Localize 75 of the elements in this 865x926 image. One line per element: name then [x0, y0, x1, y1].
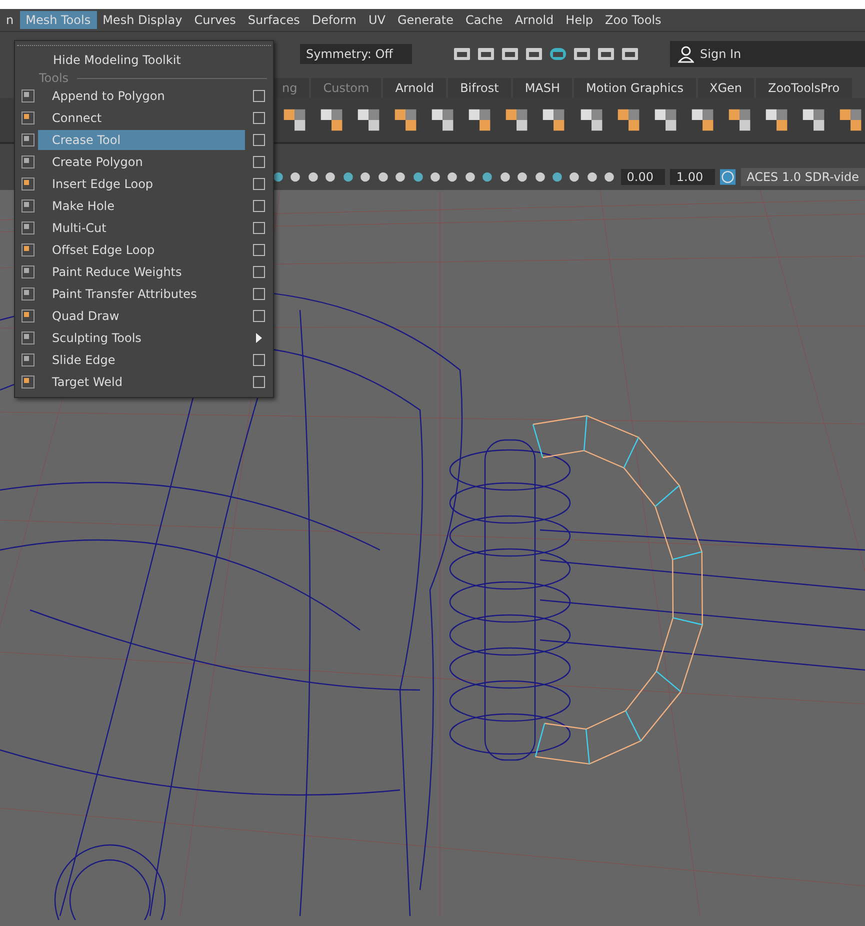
menu-item[interactable]: Zoo Tools — [599, 11, 668, 29]
option-box-icon[interactable] — [253, 200, 265, 212]
option-box-icon[interactable] — [253, 178, 265, 190]
menu-item[interactable]: Make Hole — [38, 196, 245, 216]
menu-item[interactable]: Create Polygon — [38, 152, 245, 172]
menu-item[interactable]: Cache — [460, 11, 509, 29]
render-icon[interactable] — [452, 45, 472, 63]
tool-icon — [21, 111, 35, 125]
menu-item[interactable]: Target Weld — [38, 372, 245, 392]
option-box-icon[interactable] — [253, 376, 265, 388]
gamma-field[interactable]: 1.00 — [670, 169, 716, 185]
render-icon[interactable] — [572, 45, 592, 63]
render-icon[interactable] — [476, 45, 496, 63]
menu-item[interactable]: Append to Polygon — [38, 86, 245, 106]
option-box-icon[interactable] — [253, 354, 265, 366]
menu-item[interactable]: Insert Edge Loop — [38, 174, 245, 194]
menu-item[interactable]: Paint Reduce Weights — [38, 262, 245, 282]
render-icon[interactable] — [620, 45, 640, 63]
render-icon[interactable] — [596, 45, 616, 63]
render-icon[interactable] — [548, 45, 568, 63]
menu-item[interactable]: UV — [362, 11, 392, 29]
menu-item[interactable]: Connect — [38, 108, 245, 128]
shelf-tab[interactable]: Motion Graphics — [574, 78, 696, 98]
tool-icon — [21, 287, 35, 301]
menu-item[interactable]: Quad Draw — [38, 306, 245, 326]
sign-in-button[interactable]: Sign In — [670, 41, 865, 67]
option-box-icon[interactable] — [253, 90, 265, 102]
toggle-icon[interactable] — [720, 167, 736, 187]
menu-item[interactable]: Generate — [391, 11, 460, 29]
tool-icon — [21, 133, 35, 147]
menu-item[interactable]: Offset Edge Loop — [38, 240, 245, 260]
menu-item[interactable]: Slide Edge — [38, 350, 245, 370]
tool-icon — [21, 177, 35, 191]
menu-item[interactable]: Surfaces — [242, 11, 306, 29]
render-icon[interactable] — [500, 45, 520, 63]
menu-item[interactable]: Paint Transfer Attributes — [38, 284, 245, 304]
menu-item[interactable]: n — [0, 11, 20, 29]
submenu-arrow-icon — [255, 333, 263, 343]
menu-item[interactable]: Deform — [306, 11, 362, 29]
tool-icon — [21, 221, 35, 235]
menu-item[interactable]: Multi-Cut — [38, 218, 245, 238]
menu-item[interactable]: Mesh Display — [96, 11, 188, 29]
shelf-tab[interactable]: ZooToolsPro — [756, 78, 852, 98]
tool-icon — [21, 155, 35, 169]
section-label: Tools — [39, 71, 69, 85]
tool-icon — [21, 89, 35, 103]
option-box-icon[interactable] — [253, 134, 265, 146]
option-box-icon[interactable] — [253, 112, 265, 124]
tool-icon — [21, 199, 35, 213]
tool-icon — [21, 243, 35, 257]
menu-item[interactable]: Arnold — [508, 11, 560, 29]
tool-icon — [21, 353, 35, 367]
option-box-icon[interactable] — [253, 310, 265, 322]
color-space-dropdown[interactable]: ACES 1.0 SDR-vide — [740, 168, 865, 186]
option-box-icon[interactable] — [253, 266, 265, 278]
menu-item[interactable]: Help — [560, 11, 600, 29]
option-box-icon[interactable] — [253, 244, 265, 256]
option-box-icon[interactable] — [253, 222, 265, 234]
menu-item[interactable]: Hide Modeling Toolkit — [53, 50, 265, 70]
shelf-tab[interactable]: Arnold — [383, 78, 446, 98]
tool-icon — [21, 375, 35, 389]
tool-icon — [21, 265, 35, 279]
shelf-tab[interactable]: XGen — [698, 78, 754, 98]
menu-item[interactable]: Curves — [188, 11, 242, 29]
shelf-tab[interactable]: Bifrost — [448, 78, 511, 98]
option-box-icon[interactable] — [253, 288, 265, 300]
option-box-icon[interactable] — [253, 156, 265, 168]
exposure-field[interactable]: 0.00 — [620, 169, 666, 185]
menu-item[interactable]: Sculpting Tools — [38, 328, 247, 348]
tool-icon — [21, 309, 35, 323]
tool-icon — [21, 331, 35, 345]
render-icon[interactable] — [524, 45, 544, 63]
shelf-tab[interactable]: MASH — [512, 78, 572, 98]
symmetry-dropdown[interactable]: Symmetry: Off — [300, 44, 412, 64]
user-icon — [678, 45, 694, 63]
